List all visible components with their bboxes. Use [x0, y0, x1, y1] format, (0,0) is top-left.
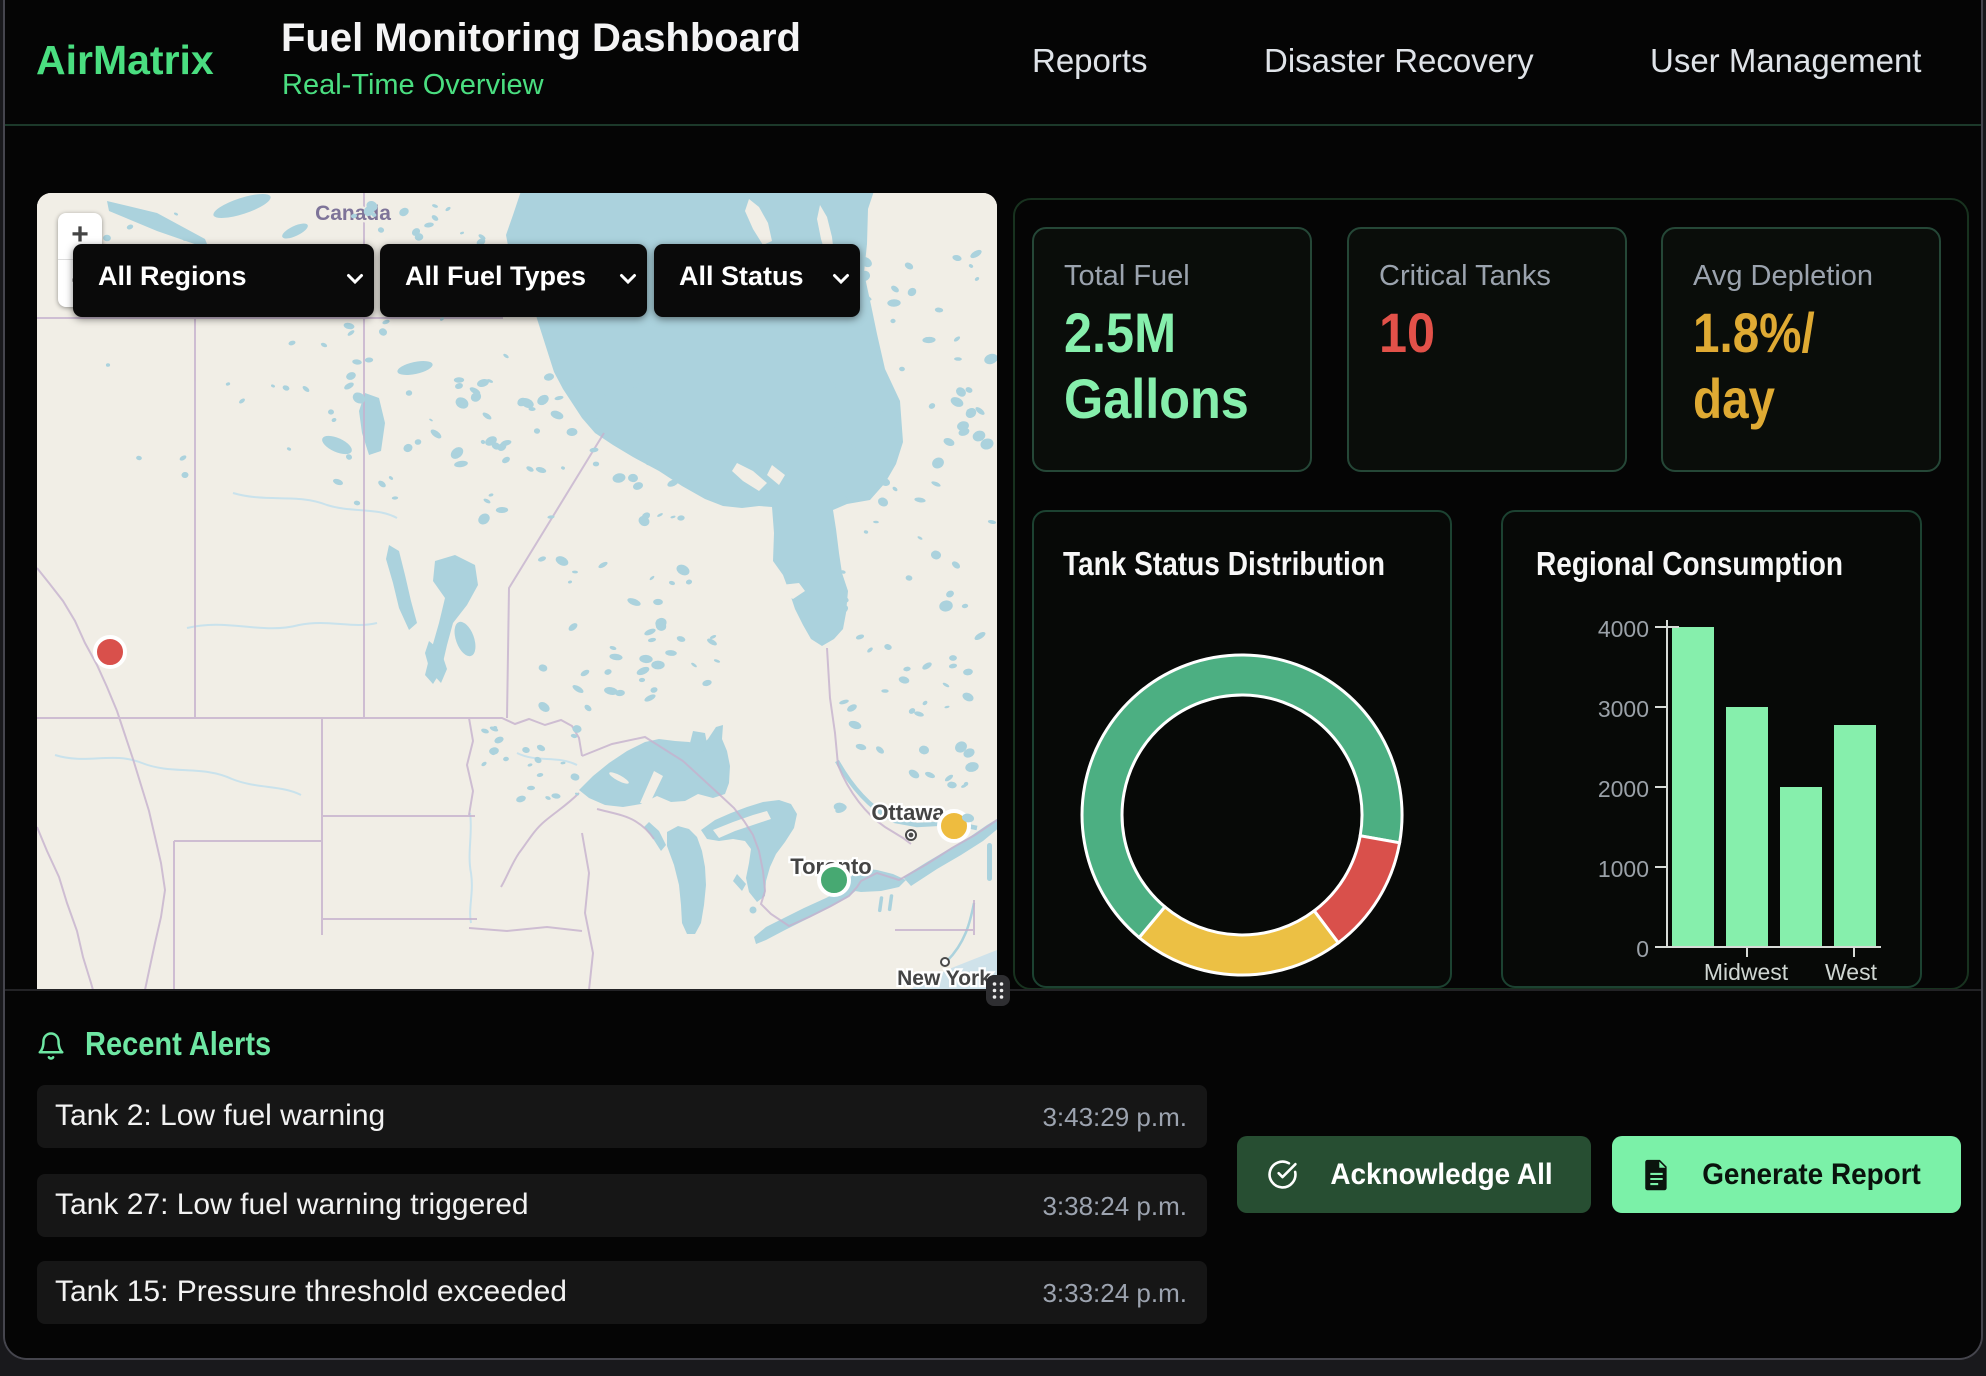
svg-text:New York: New York [897, 967, 991, 990]
svg-text:West: West [1825, 959, 1878, 985]
svg-text:0: 0 [1636, 936, 1649, 962]
svg-text:3000: 3000 [1598, 696, 1649, 722]
svg-text:Canada: Canada [315, 202, 391, 225]
svg-text:1000: 1000 [1598, 856, 1649, 882]
svg-text:2000: 2000 [1598, 776, 1649, 802]
svg-text:4000: 4000 [1598, 616, 1649, 642]
svg-text:Midwest: Midwest [1704, 959, 1789, 985]
svg-text:Ottawa: Ottawa [871, 800, 945, 825]
